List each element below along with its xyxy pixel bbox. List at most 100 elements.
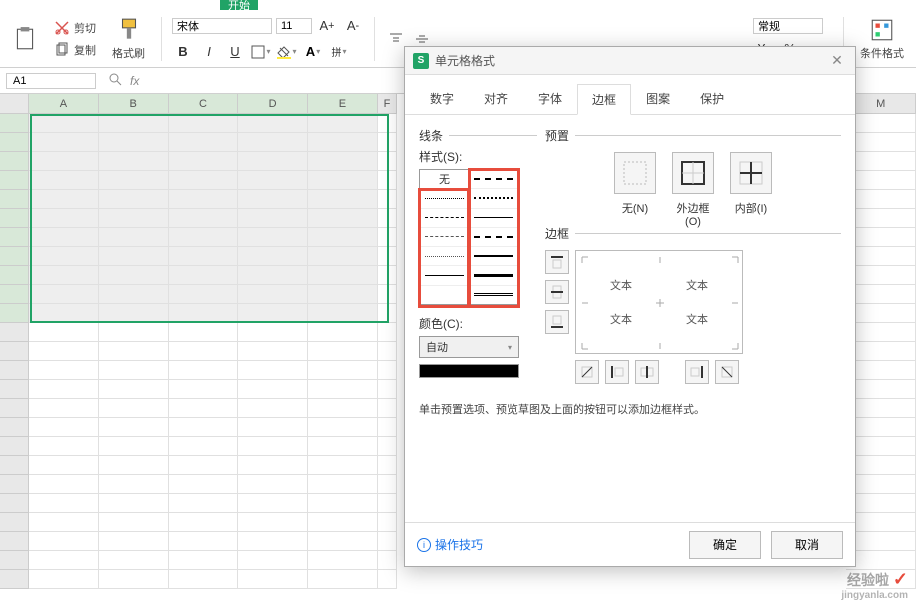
ok-button[interactable]: 确定 — [689, 531, 761, 559]
preset-none-button[interactable] — [614, 152, 656, 194]
cell[interactable] — [238, 342, 308, 361]
cell[interactable] — [238, 266, 308, 285]
italic-button[interactable]: I — [198, 41, 220, 63]
cell[interactable] — [378, 513, 397, 532]
cell[interactable] — [169, 380, 239, 399]
border-vmiddle-button[interactable] — [635, 360, 659, 384]
cell[interactable] — [308, 551, 378, 570]
cell[interactable] — [378, 456, 397, 475]
cell[interactable] — [378, 342, 397, 361]
row-header[interactable] — [0, 152, 29, 171]
cell[interactable] — [238, 228, 308, 247]
cell[interactable] — [238, 570, 308, 589]
cell[interactable] — [308, 247, 378, 266]
cell[interactable] — [99, 114, 169, 133]
cell[interactable] — [238, 133, 308, 152]
cell[interactable] — [378, 361, 397, 380]
cell[interactable] — [846, 532, 916, 551]
style-thick[interactable] — [469, 247, 518, 266]
cell[interactable] — [308, 494, 378, 513]
cell[interactable] — [169, 532, 239, 551]
cell[interactable] — [99, 456, 169, 475]
cell[interactable] — [308, 228, 378, 247]
style-dotted[interactable] — [420, 189, 469, 208]
cell[interactable] — [846, 114, 916, 133]
cell[interactable] — [29, 380, 99, 399]
cell[interactable] — [29, 532, 99, 551]
decrease-font-button[interactable]: A- — [342, 15, 364, 37]
ribbon-tab-start[interactable]: 开始 — [220, 0, 258, 10]
cell[interactable] — [238, 114, 308, 133]
cell[interactable] — [846, 323, 916, 342]
cell[interactable] — [238, 437, 308, 456]
row-header[interactable] — [0, 133, 29, 152]
cell[interactable] — [846, 342, 916, 361]
cell[interactable] — [29, 190, 99, 209]
cell[interactable] — [169, 247, 239, 266]
cell[interactable] — [169, 494, 239, 513]
cell[interactable] — [238, 456, 308, 475]
cell[interactable] — [169, 171, 239, 190]
col-header[interactable]: A — [29, 94, 99, 114]
cell[interactable] — [378, 532, 397, 551]
row-header[interactable] — [0, 114, 29, 133]
cell[interactable] — [99, 399, 169, 418]
cell[interactable] — [99, 551, 169, 570]
cell[interactable] — [846, 361, 916, 380]
cell[interactable] — [99, 532, 169, 551]
close-button[interactable]: ✕ — [827, 52, 847, 69]
cell[interactable] — [238, 494, 308, 513]
cell[interactable] — [238, 285, 308, 304]
cell[interactable] — [29, 570, 99, 589]
cell[interactable] — [238, 418, 308, 437]
cell[interactable] — [378, 437, 397, 456]
col-header[interactable]: M — [846, 94, 916, 114]
cell[interactable] — [308, 114, 378, 133]
cell[interactable] — [29, 266, 99, 285]
row-header[interactable] — [0, 475, 29, 494]
preset-outer-button[interactable] — [672, 152, 714, 194]
cell[interactable] — [378, 418, 397, 437]
cell[interactable] — [378, 494, 397, 513]
row-header[interactable] — [0, 209, 29, 228]
row-header[interactable] — [0, 323, 29, 342]
cell[interactable] — [238, 323, 308, 342]
cell[interactable] — [308, 513, 378, 532]
cell[interactable] — [308, 418, 378, 437]
cell[interactable] — [99, 152, 169, 171]
cell[interactable] — [846, 475, 916, 494]
cell[interactable] — [29, 513, 99, 532]
cell[interactable] — [99, 228, 169, 247]
cell[interactable] — [378, 228, 397, 247]
cell[interactable] — [29, 304, 99, 323]
cell[interactable] — [99, 361, 169, 380]
cell[interactable] — [29, 285, 99, 304]
bold-button[interactable]: B — [172, 41, 194, 63]
cell[interactable] — [378, 570, 397, 589]
cell[interactable] — [169, 456, 239, 475]
cell[interactable] — [238, 399, 308, 418]
cell[interactable] — [238, 551, 308, 570]
cell[interactable] — [169, 190, 239, 209]
tab-protect[interactable]: 保护 — [685, 83, 739, 114]
cell[interactable] — [308, 209, 378, 228]
cell[interactable] — [308, 456, 378, 475]
cell[interactable] — [308, 361, 378, 380]
cell[interactable] — [29, 133, 99, 152]
cell[interactable] — [846, 171, 916, 190]
cell[interactable] — [29, 551, 99, 570]
cell[interactable] — [378, 114, 397, 133]
cell[interactable] — [238, 152, 308, 171]
row-header[interactable] — [0, 494, 29, 513]
cell[interactable] — [308, 380, 378, 399]
cell[interactable] — [846, 456, 916, 475]
cell[interactable] — [378, 152, 397, 171]
row-header[interactable] — [0, 285, 29, 304]
cell[interactable] — [308, 570, 378, 589]
border-hmiddle-button[interactable] — [545, 280, 569, 304]
cell[interactable] — [378, 323, 397, 342]
cell[interactable] — [29, 171, 99, 190]
fx-label[interactable]: fx — [130, 74, 139, 88]
cell[interactable] — [29, 228, 99, 247]
cell[interactable] — [99, 133, 169, 152]
